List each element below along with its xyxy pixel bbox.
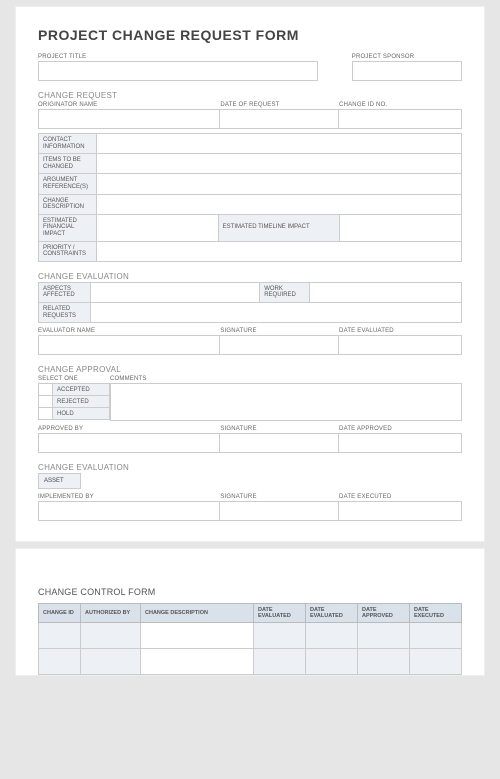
ccf-cell[interactable] <box>358 649 410 675</box>
table-row <box>39 623 462 649</box>
form-title: PROJECT CHANGE REQUEST FORM <box>38 27 462 43</box>
date-evaluated-input[interactable] <box>339 335 462 355</box>
project-sponsor-label: PROJECT SPONSOR <box>352 54 462 60</box>
evaluation2-heading: CHANGE EVALUATION <box>38 463 462 472</box>
implemented-by-label: IMPLEMENTED BY <box>38 494 220 500</box>
row-priority-label: PRIORITY / CONSTRAINTS <box>39 241 97 261</box>
change-request-details: CONTACT INFORMATION ITEMS TO BE CHANGED … <box>38 133 462 262</box>
accepted-label: ACCEPTED <box>53 384 110 396</box>
row-fin-impact-input[interactable] <box>97 214 219 241</box>
project-sponsor-input[interactable] <box>352 61 462 81</box>
row-argument-input[interactable] <box>97 174 462 194</box>
row-contact-info-label: CONTACT INFORMATION <box>39 134 97 154</box>
date-executed-input[interactable] <box>339 501 462 521</box>
change-id-input[interactable] <box>339 109 462 129</box>
date-of-request-label: DATE OF REQUEST <box>220 102 339 108</box>
ccf-h-date-executed: DATE EXECUTED <box>410 604 462 623</box>
project-header-row: PROJECT TITLE PROJECT SPONSOR <box>38 53 462 81</box>
impl-sig-input[interactable] <box>220 501 339 521</box>
evaluator-name-label: EVALUATOR NAME <box>38 328 220 334</box>
approval-grid: SELECT ONE COMMENTS ACCEPTED REJECTED HO… <box>38 375 462 421</box>
approved-by-label: APPROVED BY <box>38 426 220 432</box>
implemented-by-input[interactable] <box>38 501 220 521</box>
ccf-cell[interactable] <box>141 649 254 675</box>
row-fin-impact-label: ESTIMATED FINANCIAL IMPACT <box>39 214 97 241</box>
hold-checkbox[interactable] <box>39 408 53 420</box>
ccf-cell[interactable] <box>39 649 81 675</box>
asset-label: ASSET <box>39 474 81 489</box>
approval-heading: CHANGE APPROVAL <box>38 365 462 374</box>
ccf-cell[interactable] <box>39 623 81 649</box>
evaluation-heading: CHANGE EVALUATION <box>38 272 462 281</box>
date-of-request-input[interactable] <box>220 109 339 129</box>
project-title-label: PROJECT TITLE <box>38 54 318 60</box>
ccf-cell[interactable] <box>81 649 141 675</box>
related-req-input[interactable] <box>91 302 462 322</box>
hold-label: HOLD <box>53 408 110 420</box>
select-one-label: SELECT ONE <box>38 376 110 382</box>
change-request-heading: CHANGE REQUEST <box>38 91 462 100</box>
work-req-input[interactable] <box>310 282 462 302</box>
project-change-request-form: PROJECT CHANGE REQUEST FORM PROJECT TITL… <box>15 6 485 542</box>
evaluator-sig-input[interactable] <box>220 335 339 355</box>
date-approved-label: DATE APPROVED <box>339 426 462 432</box>
row-argument-label: ARGUMENT REFERENCE(S) <box>39 174 97 194</box>
approved-by-input[interactable] <box>38 433 220 453</box>
ccf-title: CHANGE CONTROL FORM <box>38 587 462 597</box>
row-priority-input[interactable] <box>97 241 462 261</box>
ccf-h-date-eval1: DATE EVALUATED <box>254 604 306 623</box>
work-req-label: WORK REQUIRED <box>260 282 310 302</box>
table-row <box>39 649 462 675</box>
date-evaluated-label: DATE EVALUATED <box>339 328 462 334</box>
accepted-checkbox[interactable] <box>39 384 53 396</box>
ccf-h-desc: CHANGE DESCRIPTION <box>141 604 254 623</box>
ccf-h-authorized: AUTHORIZED BY <box>81 604 141 623</box>
project-title-input[interactable] <box>38 61 318 81</box>
row-items-label: ITEMS TO BE CHANGED <box>39 154 97 174</box>
ccf-h-change-id: CHANGE ID <box>39 604 81 623</box>
row-time-impact-label: ESTIMATED TIMELINE IMPACT <box>218 214 340 241</box>
ccf-cell[interactable] <box>306 623 358 649</box>
change-request-ids: ORIGINATOR NAME DATE OF REQUEST CHANGE I… <box>38 101 462 129</box>
approval-sig-input[interactable] <box>220 433 339 453</box>
comments-label: COMMENTS <box>110 376 462 382</box>
originator-input[interactable] <box>38 109 220 129</box>
row-items-input[interactable] <box>97 154 462 174</box>
ccf-cell[interactable] <box>410 649 462 675</box>
impl-sig-label: SIGNATURE <box>220 494 339 500</box>
rejected-checkbox[interactable] <box>39 396 53 408</box>
row-change-desc-label: CHANGE DESCRIPTION <box>39 194 97 214</box>
change-control-table: CHANGE ID AUTHORIZED BY CHANGE DESCRIPTI… <box>38 603 462 675</box>
related-req-label: RELATED REQUESTS <box>39 302 91 322</box>
date-executed-label: DATE EXECUTED <box>339 494 462 500</box>
approval-sig-label: SIGNATURE <box>220 426 339 432</box>
ccf-cell[interactable] <box>306 649 358 675</box>
row-time-impact-input[interactable] <box>340 214 462 241</box>
date-approved-input[interactable] <box>339 433 462 453</box>
evaluator-signoff: EVALUATOR NAME SIGNATURE DATE EVALUATED <box>38 327 462 355</box>
comments-input[interactable] <box>110 383 462 421</box>
aspects-input[interactable] <box>91 282 260 302</box>
ccf-cell[interactable] <box>254 623 306 649</box>
row-contact-info-input[interactable] <box>97 134 462 154</box>
implementation-signoff: IMPLEMENTED BY SIGNATURE DATE EXECUTED <box>38 493 462 521</box>
ccf-cell[interactable] <box>410 623 462 649</box>
change-control-form-page: CHANGE CONTROL FORM CHANGE ID AUTHORIZED… <box>15 548 485 676</box>
evaluator-name-input[interactable] <box>38 335 220 355</box>
ccf-cell[interactable] <box>141 623 254 649</box>
ccf-h-date-eval2: DATE EVALUATED <box>306 604 358 623</box>
change-id-label: CHANGE ID NO. <box>339 102 462 108</box>
ccf-cell[interactable] <box>254 649 306 675</box>
evaluation-grid: ASPECTS AFFECTED WORK REQUIRED RELATED R… <box>38 282 462 323</box>
ccf-cell[interactable] <box>81 623 141 649</box>
rejected-label: REJECTED <box>53 396 110 408</box>
ccf-cell[interactable] <box>358 623 410 649</box>
approval-signoff: APPROVED BY SIGNATURE DATE APPROVED <box>38 425 462 453</box>
row-change-desc-input[interactable] <box>97 194 462 214</box>
originator-label: ORIGINATOR NAME <box>38 102 220 108</box>
evaluator-sig-label: SIGNATURE <box>220 328 339 334</box>
ccf-h-date-approved: DATE APPROVED <box>358 604 410 623</box>
aspects-label: ASPECTS AFFECTED <box>39 282 91 302</box>
